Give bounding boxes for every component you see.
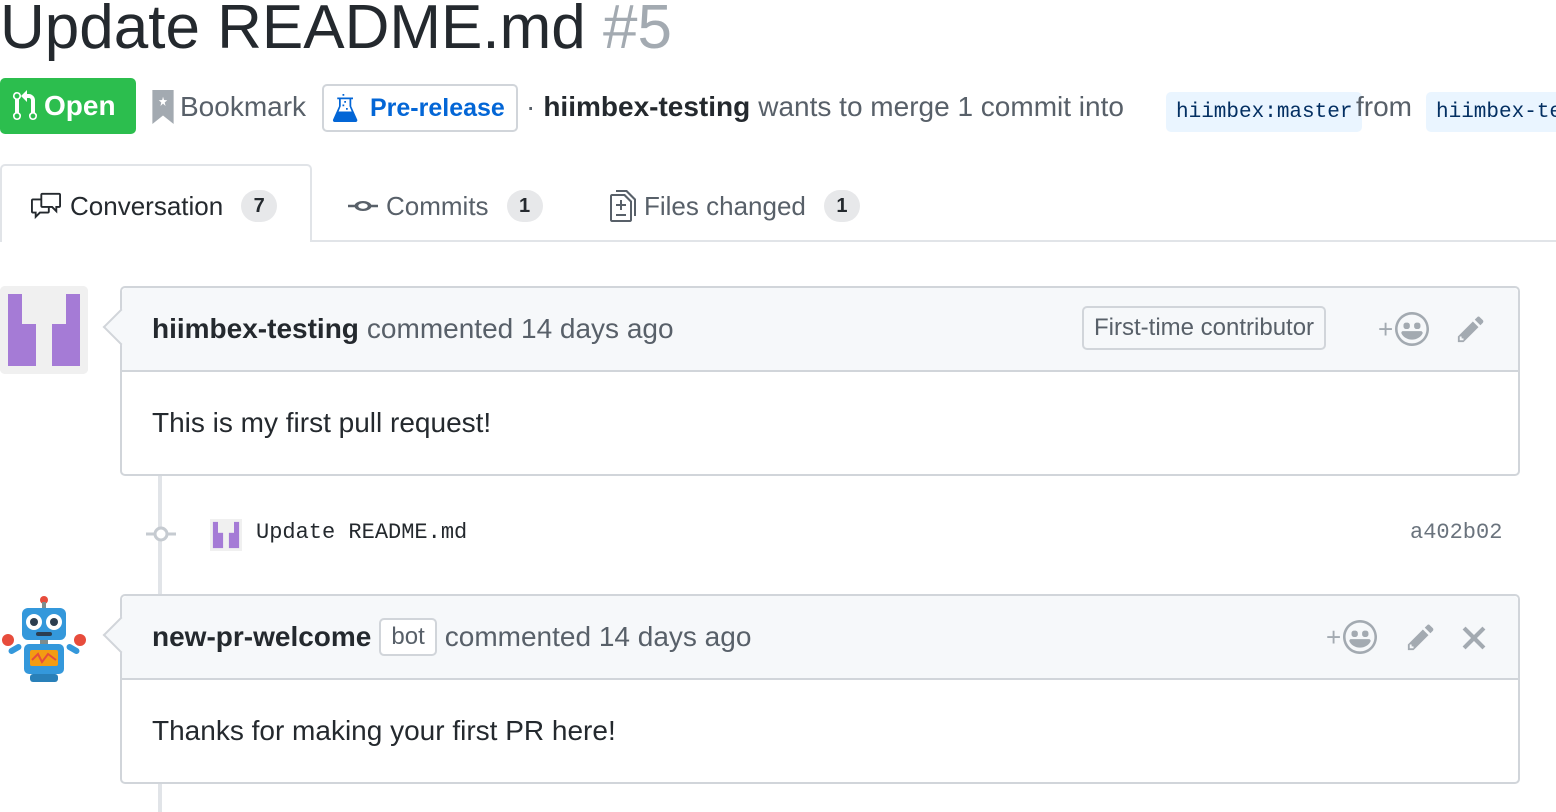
pr-state-label: Open (44, 90, 116, 121)
first-time-contributor-label: First-time contributor (1082, 306, 1327, 350)
identicon-avatar (0, 286, 88, 374)
edit-comment-button[interactable] (1456, 314, 1486, 344)
file-diff-icon (610, 190, 636, 222)
tab-files-count: 1 (823, 190, 860, 222)
comment-arrow (102, 616, 140, 654)
page-title: Update README.md #5 (0, 0, 672, 66)
comment-header: new-pr-welcome bot commented 14 days ago… (102, 596, 1518, 680)
base-branch[interactable]: hiimbex:master (1166, 92, 1363, 132)
bookmark-icon (152, 90, 174, 124)
bookmark-label: Bookmark (152, 84, 306, 130)
commit-author-avatar[interactable] (210, 519, 242, 551)
comment-body: This is my first pull request! (152, 407, 492, 438)
comment: new-pr-welcome bot commented 14 days ago… (102, 594, 1520, 784)
pr-state-badge: Open (0, 78, 136, 134)
reaction-plus: + (1378, 313, 1394, 344)
robot-avatar (2, 596, 86, 682)
commit-sha-link[interactable]: a402b02 (1410, 520, 1502, 545)
reaction-plus: + (1326, 621, 1342, 652)
pr-number: #5 (603, 0, 672, 62)
from-text: from (1356, 91, 1412, 122)
tab-commits-label: Commits (386, 190, 489, 221)
x-icon (1462, 626, 1486, 650)
avatar[interactable] (0, 594, 88, 684)
smiley-icon (1395, 312, 1430, 346)
tab-commits-count: 1 (506, 190, 543, 222)
avatar[interactable] (0, 286, 88, 374)
tab-conversation-label: Conversation (70, 190, 224, 221)
smiley-icon (1343, 620, 1378, 654)
comment-arrow (102, 308, 140, 346)
tab-files-label: Files changed (644, 190, 806, 221)
pencil-icon (1407, 624, 1434, 651)
git-pull-request-icon (13, 90, 37, 121)
delete-comment-button[interactable] (1462, 626, 1486, 650)
commit-node-icon (146, 524, 176, 549)
comment-discussion-icon (31, 192, 61, 220)
tab-conversation-count: 7 (241, 190, 278, 222)
comment-header: hiimbex-testing commented 14 days ago Fi… (102, 288, 1518, 372)
comment-body: Thanks for making your first PR here! (152, 715, 616, 746)
beaker-icon (332, 94, 358, 122)
edit-comment-button[interactable] (1406, 622, 1436, 652)
commit-message-link[interactable]: Update README.md (256, 520, 467, 545)
merge-description: wants to merge 1 commit into (758, 91, 1124, 122)
comment-timestamp[interactable]: commented 14 days ago (367, 313, 674, 345)
comment: hiimbex-testing commented 14 days ago Fi… (102, 286, 1520, 476)
git-commit-icon (348, 201, 378, 211)
timeline-line (158, 784, 162, 812)
bot-badge: bot (379, 618, 437, 656)
pencil-icon (1457, 316, 1484, 343)
tab-conversation[interactable]: Conversation 7 (30, 186, 278, 226)
add-reaction-button[interactable]: + (1378, 312, 1430, 346)
tab-commits[interactable]: Commits 1 (348, 186, 543, 226)
tab-files-changed[interactable]: Files changed 1 (610, 186, 860, 226)
pr-title: Update README.md (0, 0, 586, 62)
comment-timestamp[interactable]: commented 14 days ago (445, 621, 752, 653)
add-reaction-button[interactable]: + (1326, 620, 1378, 654)
comment-author[interactable]: hiimbex-testing (152, 313, 359, 345)
separator: · (526, 91, 536, 122)
comment-author[interactable]: new-pr-welcome (152, 621, 371, 653)
prerelease-label[interactable]: Pre-release (322, 84, 518, 132)
prerelease-text: Pre-release (370, 93, 505, 122)
merge-summary: · hiimbex-testing wants to merge 1 commi… (526, 84, 1124, 130)
head-branch[interactable]: hiimbex-testing:patch-1 (1426, 92, 1556, 132)
bookmark-text: Bookmark (180, 91, 307, 122)
pr-author-link[interactable]: hiimbex-testing (543, 91, 750, 123)
